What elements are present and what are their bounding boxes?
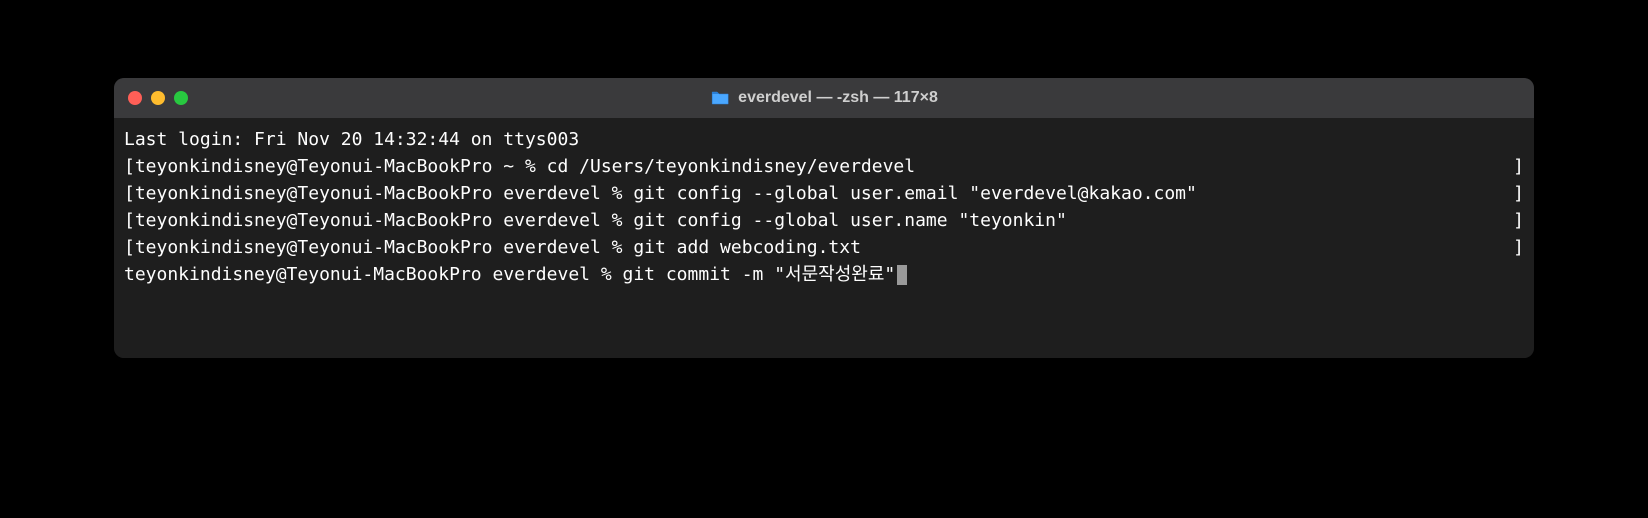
line-content: [teyonkindisney@Teyonui-MacBookPro ~ % c…: [124, 153, 915, 180]
line-content: [teyonkindisney@Teyonui-MacBookPro everd…: [124, 180, 1197, 207]
cursor: [897, 265, 907, 285]
terminal-body[interactable]: Last login: Fri Nov 20 14:32:44 on ttys0…: [114, 118, 1534, 358]
traffic-lights: [128, 91, 188, 105]
command-input[interactable]: git commit -m "서문작성완료": [623, 261, 896, 288]
line-bracket: ]: [1513, 234, 1524, 261]
terminal-line: [teyonkindisney@Teyonui-MacBookPro everd…: [124, 180, 1524, 207]
window-title: everdevel — -zsh — 117×8: [710, 89, 938, 107]
titlebar[interactable]: everdevel — -zsh — 117×8: [114, 78, 1534, 118]
folder-icon: [710, 90, 730, 106]
line-content: [teyonkindisney@Teyonui-MacBookPro everd…: [124, 207, 1067, 234]
maximize-button[interactable]: [174, 91, 188, 105]
line-bracket: ]: [1513, 180, 1524, 207]
line-bracket: ]: [1513, 207, 1524, 234]
terminal-window: everdevel — -zsh — 117×8 Last login: Fri…: [114, 78, 1534, 358]
terminal-line: [teyonkindisney@Teyonui-MacBookPro ~ % c…: [124, 153, 1524, 180]
current-input-line[interactable]: teyonkindisney@Teyonui-MacBookPro everde…: [124, 261, 1524, 288]
window-title-text: everdevel — -zsh — 117×8: [738, 89, 938, 107]
last-login-line: Last login: Fri Nov 20 14:32:44 on ttys0…: [124, 126, 1524, 153]
line-bracket: ]: [1513, 153, 1524, 180]
terminal-line: [teyonkindisney@Teyonui-MacBookPro everd…: [124, 207, 1524, 234]
minimize-button[interactable]: [151, 91, 165, 105]
terminal-line: [teyonkindisney@Teyonui-MacBookPro everd…: [124, 234, 1524, 261]
prompt-text: teyonkindisney@Teyonui-MacBookPro everde…: [124, 261, 623, 288]
line-content: [teyonkindisney@Teyonui-MacBookPro everd…: [124, 234, 861, 261]
close-button[interactable]: [128, 91, 142, 105]
